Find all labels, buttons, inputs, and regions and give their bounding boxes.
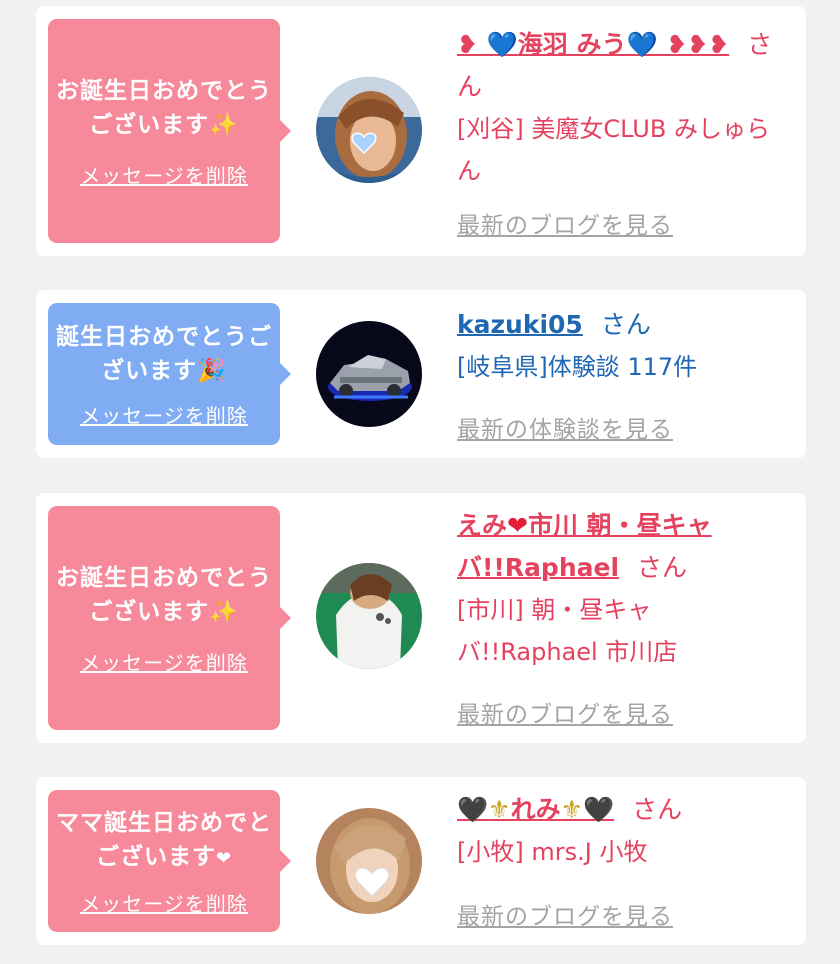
user-info: ❥ 💙海羽 みう💙 ❥❥❥ さん [刈谷] 美魔女CLUB みしゅらん bbox=[457, 24, 787, 192]
latest-blog-link[interactable]: 最新のブログを見る bbox=[457, 206, 673, 240]
honorific: さん bbox=[637, 553, 688, 582]
blue-heart-icon: 💙 bbox=[626, 30, 658, 59]
blue-heart-icon: 💙 bbox=[486, 30, 518, 59]
user-name-link[interactable]: kazuki05 bbox=[457, 310, 583, 339]
avatar[interactable] bbox=[316, 321, 422, 427]
user-name-line: 🖤⚜れみ⚜🖤 さん bbox=[457, 789, 787, 831]
birthday-card-2: 誕生日おめでとうございます🎉 メッセージを削除 kazuki05 さん [岐阜県]… bbox=[36, 290, 806, 458]
message-bubble: ママ誕生日おめでとございます❤ メッセージを削除 bbox=[48, 790, 291, 932]
fleur-de-lis-icon: ⚜ bbox=[560, 795, 583, 824]
black-heart-icon: 🖤 bbox=[583, 795, 615, 824]
black-heart-icon: 🖤 bbox=[457, 795, 489, 824]
review-count: [岐阜県]体験談 117件 bbox=[457, 353, 698, 381]
latest-review-link[interactable]: 最新の体験談を見る bbox=[457, 410, 673, 444]
birthday-card-4: ママ誕生日おめでとございます❤ メッセージを削除 🖤⚜れみ⚜🖤 さん [小牧] m… bbox=[36, 777, 806, 945]
shop-name: [小牧] mrs.J 小牧 bbox=[457, 838, 648, 866]
birthday-message: ママ誕生日おめでとございます❤ bbox=[56, 809, 272, 870]
birthday-card-3: お誕生日おめでとうございます✨ メッセージを削除 えみ❤市川 朝・昼キャバ!!R… bbox=[36, 493, 806, 743]
user-info: kazuki05 さん [岐阜県]体験談 117件 bbox=[457, 304, 787, 388]
honorific: さん bbox=[632, 795, 683, 824]
birthday-message: お誕生日おめでとうございます✨ bbox=[56, 564, 272, 625]
user-name-line: kazuki05 さん bbox=[457, 304, 787, 346]
user-name-line: えみ❤市川 朝・昼キャバ!!Raphael さん bbox=[457, 505, 787, 589]
birthday-message: お誕生日おめでとうございます✨ bbox=[56, 77, 272, 138]
sparkles-icon: ✨ bbox=[209, 111, 239, 138]
user-name-link[interactable]: 🖤⚜れみ⚜🖤 bbox=[457, 795, 614, 824]
red-heart-icon: ❤ bbox=[507, 511, 528, 540]
message-bubble: お誕生日おめでとうございます✨ メッセージを削除 bbox=[48, 19, 291, 243]
shop-name: [刈谷] 美魔女CLUB みしゅらん bbox=[457, 115, 770, 185]
user-info: えみ❤市川 朝・昼キャバ!!Raphael さん [市川] 朝・昼キャバ!!Rap… bbox=[457, 505, 787, 673]
delete-message-link[interactable]: メッセージを削除 bbox=[80, 888, 248, 917]
avatar[interactable] bbox=[316, 808, 422, 914]
avatar[interactable] bbox=[316, 77, 422, 183]
delete-message-link[interactable]: メッセージを削除 bbox=[80, 160, 248, 189]
user-name-link[interactable]: ❥ 💙海羽 みう💙 ❥❥❥ bbox=[457, 30, 729, 59]
message-bubble: お誕生日おめでとうございます✨ メッセージを削除 bbox=[48, 506, 291, 730]
user-name-line: ❥ 💙海羽 みう💙 ❥❥❥ さん bbox=[457, 24, 787, 108]
party-popper-icon: 🎉 bbox=[197, 357, 227, 384]
fleur-de-lis-icon: ⚜ bbox=[488, 795, 511, 824]
birthday-message: 誕生日おめでとうございます🎉 bbox=[56, 323, 272, 384]
avatar[interactable] bbox=[316, 563, 422, 669]
delete-message-link[interactable]: メッセージを削除 bbox=[80, 400, 248, 429]
latest-blog-link[interactable]: 最新のブログを見る bbox=[457, 695, 673, 729]
message-bubble: 誕生日おめでとうございます🎉 メッセージを削除 bbox=[48, 303, 291, 445]
honorific: さん bbox=[600, 310, 651, 339]
latest-blog-link[interactable]: 最新のブログを見る bbox=[457, 897, 673, 931]
white-heart-icon: ❤ bbox=[215, 847, 233, 869]
user-info: 🖤⚜れみ⚜🖤 さん [小牧] mrs.J 小牧 bbox=[457, 789, 787, 873]
sparkles-icon: ✨ bbox=[209, 598, 239, 625]
delete-message-link[interactable]: メッセージを削除 bbox=[80, 647, 248, 676]
birthday-card-1: お誕生日おめでとうございます✨ メッセージを削除 ❥ 💙海羽 みう💙 ❥❥❥ さん… bbox=[36, 6, 806, 256]
shop-name: [市川] 朝・昼キャバ!!Raphael 市川店 bbox=[457, 596, 678, 666]
